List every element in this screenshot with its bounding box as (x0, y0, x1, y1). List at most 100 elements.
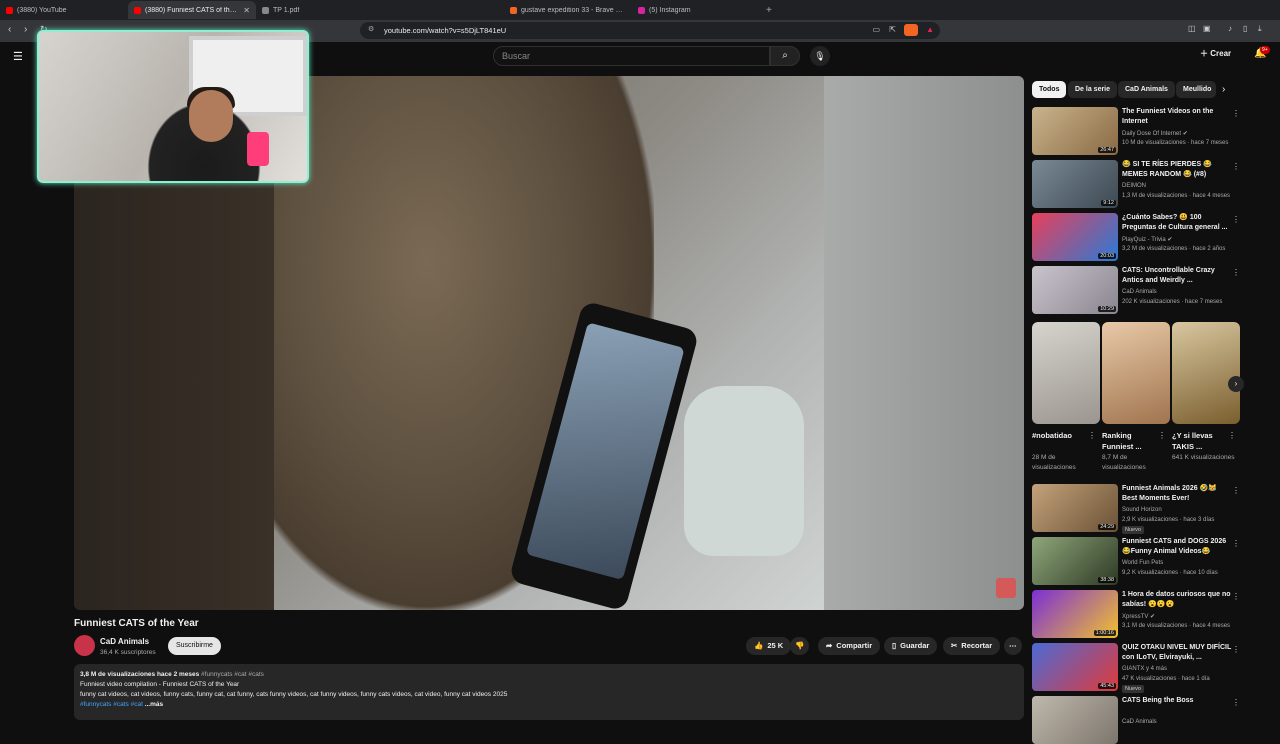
cast-icon[interactable]: ▭ (872, 25, 880, 34)
extensions-icon[interactable]: ◫ (1188, 24, 1196, 33)
channel-name[interactable]: CaD Animals (100, 637, 149, 646)
video-title[interactable]: The Funniest Videos on the Internet (1122, 107, 1232, 127)
suggested-video[interactable]: 24:29 Funniest Animals 2026 🤣😹 Best Momen… (1032, 484, 1272, 534)
browser-tab[interactable]: gustave expedition 33 - Brave Search (504, 1, 632, 19)
clip-button[interactable]: ✂ Recortar (943, 637, 1001, 655)
channel-name[interactable]: CaD Animals (1122, 289, 1157, 295)
channel-name[interactable]: World Fun Pets (1122, 560, 1163, 566)
video-title[interactable]: QUIZ OTAKU NIVEL MUY DIFÍCIL con ILoTV, … (1122, 643, 1232, 663)
video-thumbnail[interactable]: 45:43 (1032, 643, 1118, 691)
video-thumbnail[interactable]: 38:38 (1032, 537, 1118, 585)
suggested-video[interactable]: 26:47 The Funniest Videos on the Internet… (1032, 107, 1272, 155)
channel-name[interactable]: PlayQuiz - Trivia ✔ (1122, 236, 1172, 243)
more-vert-icon[interactable]: ⋮ (1232, 109, 1240, 118)
sidebar-toggle-icon[interactable]: ▯ (1243, 24, 1247, 33)
more-vert-icon[interactable]: ⋮ (1232, 698, 1240, 707)
video-thumbnail[interactable]: 9:12 (1032, 160, 1118, 208)
more-vert-icon[interactable]: ⋮ (1232, 486, 1240, 495)
wallet-icon[interactable]: ▣ (1203, 24, 1211, 33)
brave-rewards-icon[interactable]: ▲ (926, 25, 934, 34)
more-vert-icon[interactable]: ⋮ (1228, 431, 1236, 440)
video-thumbnail[interactable]: 1:00:16 (1032, 590, 1118, 638)
like-button[interactable]: 👍 25 K (746, 637, 792, 655)
address-bar[interactable]: ⚙ youtube.com/watch?v=s5DjLT841eU ▭ ⇱ ▲ (360, 22, 940, 39)
suggested-video[interactable]: 10:29 CATS: Uncontrollable Crazy Antics a… (1032, 266, 1272, 314)
menu-icon[interactable]: ☰ (13, 50, 23, 63)
forward-icon[interactable]: › (24, 24, 27, 35)
short-thumbnail[interactable] (1172, 322, 1240, 424)
channel-name[interactable]: DEIMON (1122, 183, 1146, 189)
video-stats: 3,2 M de visualizaciones · hace 2 años (1122, 246, 1226, 252)
dislike-button[interactable]: 👎 (790, 637, 810, 655)
download-icon[interactable]: ⤓ (1258, 24, 1262, 34)
more-vert-icon[interactable]: ⋮ (1232, 162, 1240, 171)
description-box[interactable]: 3,8 M de visualizaciones hace 2 meses #f… (74, 664, 1024, 720)
short-title[interactable]: ¿Y si llevas TAKIS ... (1172, 430, 1228, 452)
share-icon[interactable]: ⇱ (889, 25, 896, 34)
chip-todos[interactable]: Todos (1032, 81, 1067, 98)
video-thumbnail[interactable]: 24:29 (1032, 484, 1118, 532)
more-vert-icon[interactable]: ⋮ (1088, 431, 1096, 440)
search-icon[interactable]: ⌕ (770, 46, 800, 66)
channel-name[interactable]: Daily Dose Of Internet ✔ (1122, 130, 1188, 137)
video-title[interactable]: 😂 SI TE RÍES PIERDES 😂 MEMES RANDOM 😂 (#… (1122, 160, 1232, 180)
suggested-video[interactable]: 20:03 ¿Cuánto Sabes? 😃 100 Preguntas de C… (1032, 213, 1272, 261)
video-title[interactable]: Funniest CATS and DOGS 2026 😂Funny Anima… (1122, 537, 1232, 557)
channel-name[interactable]: GIANTX y 4 más (1122, 666, 1167, 672)
chevron-right-icon[interactable]: › (1222, 84, 1225, 95)
close-tab-icon[interactable]: ✕ (243, 6, 250, 15)
more-vert-icon[interactable]: ⋮ (1232, 645, 1240, 654)
subscribe-button[interactable]: Suscribirme (168, 637, 221, 655)
more-vert-icon[interactable]: ⋮ (1232, 539, 1240, 548)
channel-name[interactable]: Sound Horizon (1122, 507, 1162, 513)
back-icon[interactable]: ‹ (8, 24, 11, 35)
chip-meullido[interactable]: Meullido (1176, 81, 1216, 98)
short-thumbnail[interactable] (1032, 322, 1100, 424)
suggested-video[interactable]: 9:12 😂 SI TE RÍES PIERDES 😂 MEMES RANDOM … (1032, 160, 1272, 208)
channel-watermark[interactable] (996, 578, 1016, 598)
suggested-video[interactable]: 38:38 Funniest CATS and DOGS 2026 😂Funny … (1032, 537, 1272, 585)
shorts-next-button[interactable]: › (1228, 376, 1244, 392)
browser-tab[interactable]: (5) Instagram (632, 1, 760, 19)
short-thumbnail[interactable] (1102, 322, 1170, 424)
video-title[interactable]: 1 Hora de datos curiosos que no sabías! … (1122, 590, 1232, 610)
save-button[interactable]: ▯ Guardar (884, 637, 938, 655)
chip-de-la-serie[interactable]: De la serie (1068, 81, 1118, 98)
music-icon[interactable]: ♪ (1228, 24, 1232, 33)
more-actions-button[interactable]: ⋯ (1004, 637, 1022, 655)
browser-tab-active[interactable]: (3880) Funniest CATS of the Y ✕ (128, 1, 256, 19)
video-thumbnail[interactable] (1032, 696, 1118, 744)
more-vert-icon[interactable]: ⋮ (1232, 215, 1240, 224)
share-button[interactable]: ➦ Compartir (818, 637, 881, 655)
video-thumbnail[interactable]: 10:29 (1032, 266, 1118, 314)
browser-tab[interactable]: (3880) YouTube (0, 1, 128, 19)
channel-name[interactable]: XpressTV ✔ (1122, 613, 1155, 620)
suggested-video[interactable]: 1:00:16 1 Hora de datos curiosos que no s… (1032, 590, 1272, 638)
suggested-video[interactable]: 45:43 QUIZ OTAKU NIVEL MUY DIFÍCIL con IL… (1032, 643, 1272, 693)
suggested-video[interactable]: CATS Being the Boss CaD Animals ⋮ (1032, 696, 1272, 744)
more-vert-icon[interactable]: ⋮ (1232, 268, 1240, 277)
create-button[interactable]: ＋ Crear (1200, 48, 1231, 59)
brave-shield-icon[interactable] (904, 24, 918, 36)
site-info-icon[interactable]: ⚙ (368, 25, 374, 33)
search-input[interactable]: Buscar (493, 46, 770, 66)
short-title[interactable]: Ranking Funniest ... (1102, 430, 1158, 452)
more-vert-icon[interactable]: ⋮ (1232, 592, 1240, 601)
browser-tab[interactable] (384, 1, 504, 19)
browser-tab[interactable]: TP 1.pdf (256, 1, 384, 19)
new-tab-button[interactable]: + (760, 5, 778, 16)
channel-avatar[interactable] (74, 635, 95, 656)
short-title[interactable]: #nobatidao (1032, 430, 1088, 441)
video-thumbnail[interactable]: 20:03 (1032, 213, 1118, 261)
video-thumbnail[interactable]: 26:47 (1032, 107, 1118, 155)
mic-icon[interactable]: 🎙 (810, 46, 830, 66)
video-title[interactable]: CATS Being the Boss (1122, 696, 1232, 706)
description-hashtags[interactable]: #funnycats #cats #cat (80, 701, 143, 708)
video-title[interactable]: CATS: Uncontrollable Crazy Antics and We… (1122, 266, 1232, 286)
video-title[interactable]: Funniest Animals 2026 🤣😹 Best Moments Ev… (1122, 484, 1232, 504)
more-vert-icon[interactable]: ⋮ (1158, 431, 1166, 440)
mug-figure (684, 386, 804, 556)
show-more-link[interactable]: ...más (145, 701, 163, 708)
chip-cad-animals[interactable]: CaD Animals (1118, 81, 1175, 98)
video-title[interactable]: ¿Cuánto Sabes? 😃 100 Preguntas de Cultur… (1122, 213, 1232, 233)
